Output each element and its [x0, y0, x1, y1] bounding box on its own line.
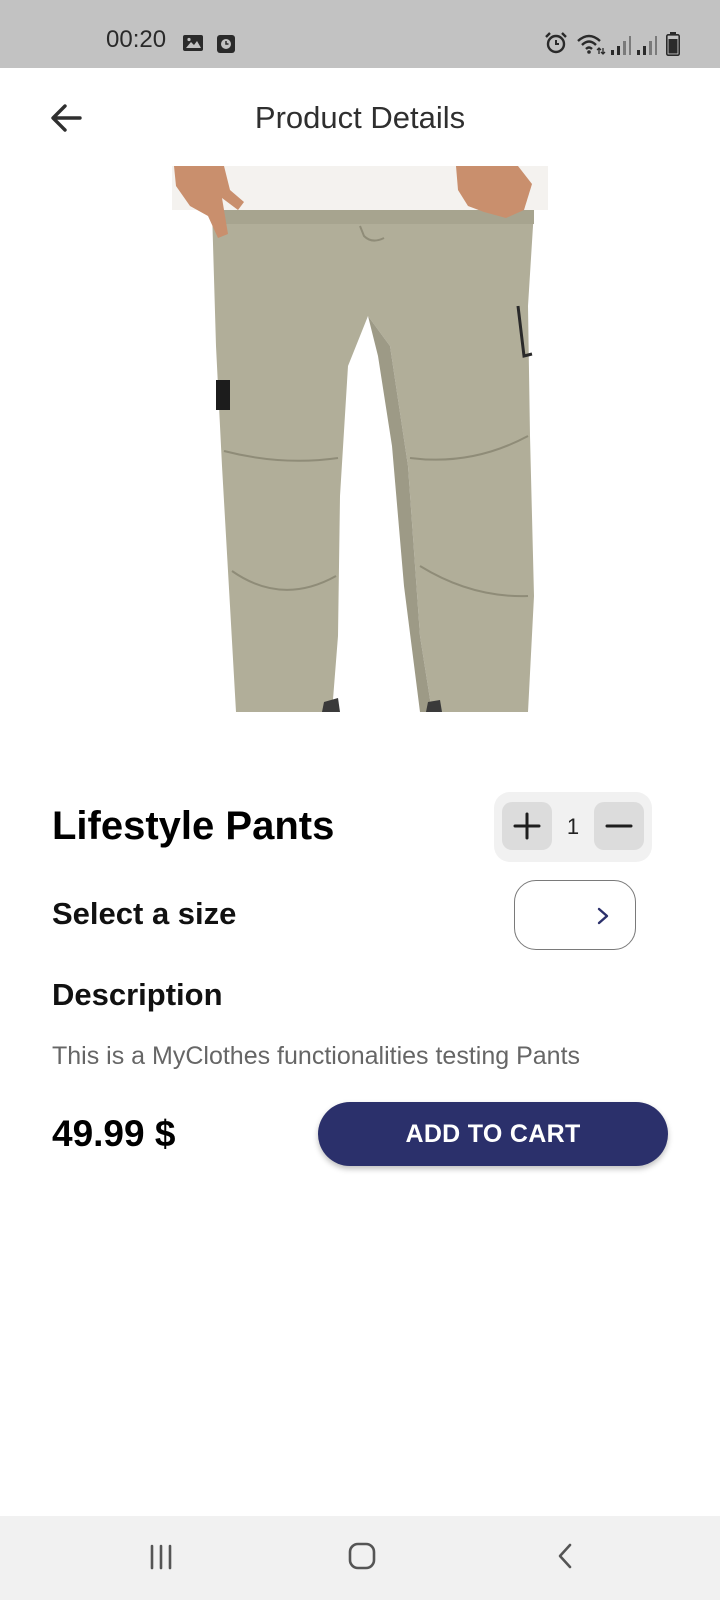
signal-icon	[637, 36, 657, 55]
description-heading: Description	[52, 977, 223, 1012]
quantity-stepper: 1	[494, 792, 652, 862]
page-title: Product Details	[254, 100, 466, 135]
signal-icon	[611, 36, 631, 55]
minus-icon	[605, 824, 633, 828]
back-icon[interactable]	[556, 1542, 574, 1570]
status-time: 00:20	[106, 26, 167, 53]
add-to-cart-button[interactable]: ADD TO CART	[318, 1102, 668, 1166]
plus-icon	[513, 812, 541, 840]
size-label: Select a size	[52, 896, 237, 931]
product-image	[172, 166, 548, 712]
gallery-icon	[183, 35, 203, 51]
app-header: Product Details	[0, 68, 720, 168]
recents-icon[interactable]	[148, 1544, 174, 1570]
product-name: Lifestyle Pants	[52, 804, 335, 848]
alarm-icon	[545, 32, 567, 54]
wifi-icon	[577, 34, 606, 55]
decrease-quantity-button[interactable]	[594, 802, 644, 850]
system-nav-bar	[0, 1516, 720, 1600]
chevron-right-icon	[597, 907, 609, 925]
clock-app-icon	[217, 35, 235, 53]
battery-icon	[666, 32, 680, 56]
status-bar: 00:20	[0, 0, 720, 68]
description-text: This is a MyClothes functionalities test…	[52, 1042, 581, 1070]
product-price: 49.99 $	[52, 1113, 176, 1154]
quantity-value: 1	[566, 814, 580, 839]
increase-quantity-button[interactable]	[502, 802, 552, 850]
size-selector[interactable]	[514, 880, 636, 950]
home-icon[interactable]	[348, 1542, 376, 1570]
